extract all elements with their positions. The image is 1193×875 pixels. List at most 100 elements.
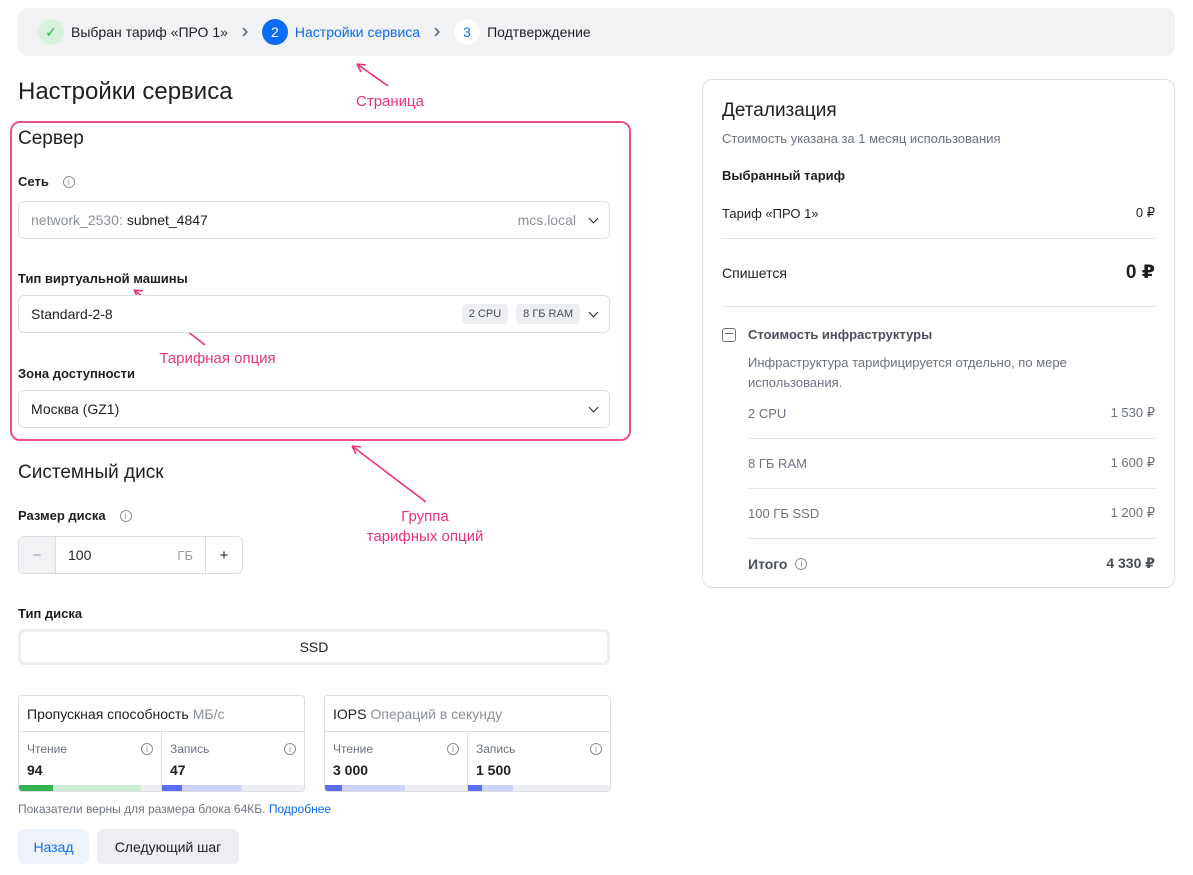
iops-write: Запись 1 500 i <box>467 732 610 791</box>
vm-type-select[interactable]: Standard-2-8 2 CPU 8 ГБ RAM <box>18 295 610 333</box>
total-label-wrap: Итого i <box>748 555 808 572</box>
info-icon[interactable]: i <box>141 743 153 755</box>
write-bar <box>162 785 304 791</box>
write-bar <box>468 785 610 791</box>
network-value: subnet_4847 <box>126 212 208 228</box>
divider <box>722 238 1155 239</box>
annotation-page: Страница <box>356 93 424 110</box>
summary-title: Детализация <box>722 100 837 121</box>
disk-size-label: Размер диска i <box>18 508 132 523</box>
annotation-group-line1: Группа <box>401 508 449 525</box>
read-value: 94 <box>27 762 43 778</box>
throughput-read: Чтение 94 i <box>19 732 161 791</box>
server-section-title: Сервер <box>18 128 84 149</box>
annotation-group-line2: тарифных опций <box>366 528 484 545</box>
infra-item-name: 100 ГБ SSD <box>748 505 820 521</box>
info-icon[interactable]: i <box>795 557 808 570</box>
throughput-unit: МБ/с <box>192 705 225 722</box>
selected-tariff-label: Выбранный тариф <box>722 168 846 183</box>
total-value: 4 330 ₽ <box>1106 555 1155 571</box>
info-icon[interactable]: i <box>590 743 602 755</box>
read-value: 3 000 <box>333 762 369 778</box>
infra-item-name: 8 ГБ RAM <box>748 455 807 471</box>
back-button[interactable]: Назад <box>18 829 89 864</box>
write-value: 1 500 <box>476 762 512 778</box>
chevron-down-icon <box>588 307 599 317</box>
decrement-button[interactable]: − <box>19 537 56 573</box>
tariff-price: 0 ₽ <box>1135 205 1155 220</box>
server-icon <box>722 327 736 342</box>
charge-row: Спишется 0 ₽ <box>722 261 1155 284</box>
disk-size-unit: ГБ <box>177 547 193 563</box>
disk-type-label: Тип диска <box>18 606 83 621</box>
vm-type-value: Standard-2-8 <box>31 306 113 322</box>
increment-button[interactable]: + <box>205 537 242 573</box>
footnote-text: Показатели верны для размера блока 64КБ. <box>18 802 266 816</box>
zone-label: Зона доступности <box>18 366 136 381</box>
read-bar <box>19 785 161 791</box>
infra-item-price: 1 530 ₽ <box>1110 405 1155 420</box>
disk-size-stepper: − 100 ГБ + <box>18 536 243 574</box>
network-select[interactable]: network_2530: subnet_4847 mcs.local <box>18 201 610 239</box>
disk-type-segmented: SSD <box>18 629 610 665</box>
summary-card: Детализация Стоимость указана за 1 месяц… <box>702 79 1175 588</box>
charge-value: 0 ₽ <box>1125 262 1155 283</box>
divider <box>722 306 1155 307</box>
read-bar <box>325 785 467 791</box>
divider <box>748 438 1155 439</box>
infra-row-ssd: 100 ГБ SSD 1 200 ₽ <box>748 505 1155 521</box>
tariff-row: Тариф «ПРО 1» 0 ₽ <box>722 205 1155 221</box>
disk-size-label-text: Размер диска <box>18 508 106 523</box>
iops-card: IOPS Операций в секунду Чтение 3 000 i З… <box>324 695 611 792</box>
cpu-chip: 2 CPU <box>461 304 509 324</box>
block-size-footnote: Показатели верны для размера блока 64КБ.… <box>18 802 331 816</box>
vm-type-label: Тип виртуальной машины <box>18 271 188 286</box>
network-domain: mcs.local <box>517 212 576 228</box>
iops-header: IOPS Операций в секунду <box>325 696 610 732</box>
network-label-text: Сеть <box>18 174 49 189</box>
infra-item-name: 2 CPU <box>748 405 787 421</box>
infra-row-cpu: 2 CPU 1 530 ₽ <box>748 405 1155 421</box>
infra-row-ram: 8 ГБ RAM 1 600 ₽ <box>748 455 1155 471</box>
info-icon[interactable]: i <box>119 509 132 522</box>
next-step-button[interactable]: Следующий шаг <box>97 829 239 864</box>
write-value: 47 <box>170 762 186 778</box>
disk-section-title: Системный диск <box>18 462 164 483</box>
network-label: Сеть i <box>18 174 75 189</box>
infra-title: Стоимость инфраструктуры <box>748 327 933 342</box>
summary-subtitle: Стоимость указана за 1 месяц использован… <box>722 131 1001 146</box>
infra-item-price: 1 600 ₽ <box>1110 455 1155 470</box>
infra-total-row: Итого i 4 330 ₽ <box>748 555 1155 572</box>
chevron-down-icon <box>588 213 599 223</box>
divider <box>748 538 1155 539</box>
info-icon[interactable]: i <box>447 743 459 755</box>
info-icon[interactable]: i <box>284 743 296 755</box>
iops-unit: Операций в секунду <box>370 705 503 722</box>
disk-size-input[interactable]: 100 ГБ <box>56 547 205 563</box>
read-label: Чтение <box>27 742 68 756</box>
tariff-name: Тариф «ПРО 1» <box>722 205 819 221</box>
divider <box>748 488 1155 489</box>
disk-size-value: 100 <box>68 547 92 563</box>
throughput-title: Пропускная способность <box>27 705 189 722</box>
charge-label: Спишется <box>722 264 787 281</box>
chevron-down-icon <box>588 402 599 412</box>
info-icon[interactable]: i <box>62 175 75 188</box>
write-label: Запись <box>170 742 210 756</box>
ram-chip: 8 ГБ RAM <box>516 304 580 324</box>
total-label: Итого <box>748 555 788 572</box>
infra-description: Инфраструктура тарифицируется отдельно, … <box>748 355 1067 390</box>
iops-title: IOPS <box>333 705 367 722</box>
read-label: Чтение <box>333 742 374 756</box>
throughput-card: Пропускная способность МБ/с Чтение 94 i … <box>18 695 305 792</box>
throughput-header: Пропускная способность МБ/с <box>19 696 304 732</box>
disk-type-ssd[interactable]: SSD <box>21 632 607 662</box>
throughput-write: Запись 47 i <box>161 732 304 791</box>
zone-select[interactable]: Москва (GZ1) <box>18 390 610 428</box>
zone-value: Москва (GZ1) <box>31 401 120 417</box>
infra-header: Стоимость инфраструктуры <box>722 327 932 342</box>
more-link[interactable]: Подробнее <box>269 802 331 816</box>
network-prefix: network_2530: <box>31 212 123 228</box>
infra-item-price: 1 200 ₽ <box>1110 505 1155 520</box>
write-label: Запись <box>476 742 516 756</box>
